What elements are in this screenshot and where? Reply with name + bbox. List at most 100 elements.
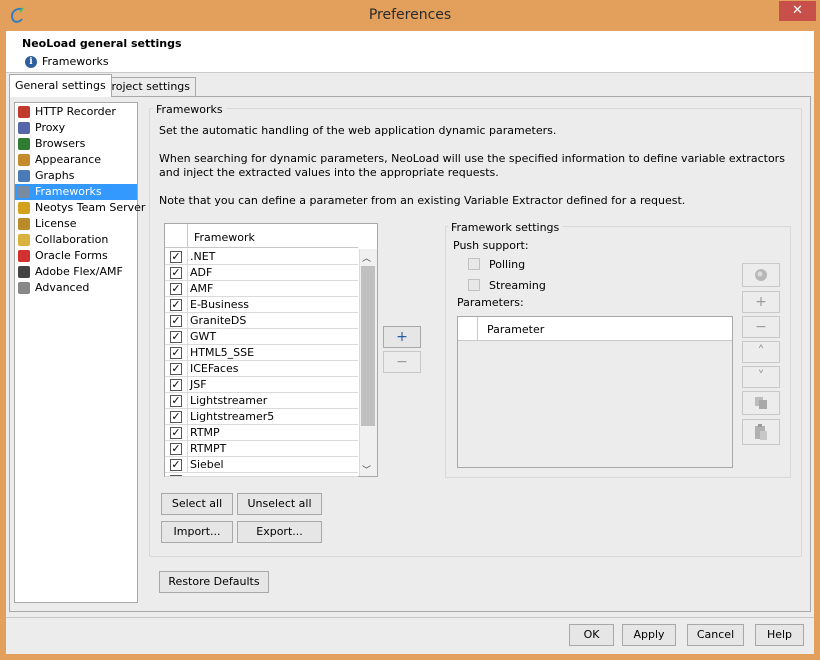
framework-row[interactable]: ✓ JSF bbox=[165, 377, 358, 393]
ok-button[interactable]: OK bbox=[569, 624, 614, 646]
framework-row[interactable]: ✓ Siebel bbox=[165, 457, 358, 473]
nav-item-oracle-forms[interactable]: Oracle Forms bbox=[15, 248, 137, 264]
framework-checkbox[interactable]: ✓ bbox=[170, 315, 182, 327]
header-title: NeoLoad general settings bbox=[22, 37, 182, 50]
framework-row[interactable]: ✓ E-Business bbox=[165, 297, 358, 313]
scroll-up-icon[interactable]: ︿ bbox=[362, 251, 371, 264]
add-framework-button[interactable]: + bbox=[383, 326, 421, 348]
export-button[interactable]: Export... bbox=[237, 521, 322, 543]
column-divider bbox=[187, 457, 188, 473]
framework-checkbox[interactable]: ✓ bbox=[170, 459, 182, 471]
nav-item-label: Adobe Flex/AMF bbox=[35, 265, 123, 278]
polling-checkbox[interactable] bbox=[468, 258, 480, 270]
scrollbar-thumb[interactable] bbox=[361, 266, 375, 426]
framework-checkbox[interactable]: ✓ bbox=[170, 411, 182, 423]
framework-row[interactable]: ✓ RTMPT bbox=[165, 441, 358, 457]
help-button[interactable]: Help bbox=[755, 624, 804, 646]
search-parameter-button[interactable] bbox=[742, 263, 780, 287]
framework-column-header: Framework bbox=[194, 231, 255, 244]
nav-item-appearance[interactable]: Appearance bbox=[15, 152, 137, 168]
framework-checkbox[interactable]: ✓ bbox=[170, 331, 182, 343]
framework-checkbox[interactable]: ✓ bbox=[170, 363, 182, 375]
nav-item-collaboration[interactable]: Collaboration bbox=[15, 232, 137, 248]
nav-item-adobe-flex-amf[interactable]: Adobe Flex/AMF bbox=[15, 264, 137, 280]
framework-name: RTMPT bbox=[190, 442, 227, 455]
nav-item-label: Graphs bbox=[35, 169, 75, 182]
framework-row[interactable]: ✓ RTMP bbox=[165, 425, 358, 441]
streaming-checkbox[interactable] bbox=[468, 279, 480, 291]
remove-parameter-button[interactable]: − bbox=[742, 316, 780, 338]
nav-item-graphs[interactable]: Graphs bbox=[15, 168, 137, 184]
framework-checkbox[interactable]: ✓ bbox=[170, 427, 182, 439]
copy-parameter-button[interactable] bbox=[742, 391, 780, 415]
close-icon: ✕ bbox=[792, 3, 803, 18]
framework-name: GraniteDS bbox=[190, 314, 247, 327]
apply-button[interactable]: Apply bbox=[622, 624, 676, 646]
scroll-down-icon[interactable]: ﹀ bbox=[362, 463, 371, 476]
column-divider bbox=[187, 441, 188, 457]
graph-icon bbox=[18, 170, 30, 182]
framework-checkbox[interactable]: ✓ bbox=[170, 443, 182, 455]
remove-framework-button[interactable]: − bbox=[383, 351, 421, 373]
frameworks-description: Set the automatic handling of the web ap… bbox=[159, 124, 557, 137]
nav-item-neotys-team-server[interactable]: Neotys Team Server bbox=[15, 200, 145, 216]
restore-defaults-button[interactable]: Restore Defaults bbox=[159, 571, 269, 593]
nav-item-label: Collaboration bbox=[35, 233, 109, 246]
column-divider bbox=[187, 313, 188, 329]
flex-icon bbox=[18, 266, 30, 278]
table-row-partial bbox=[165, 473, 358, 477]
column-divider bbox=[187, 265, 188, 281]
nav-item-label: Proxy bbox=[35, 121, 66, 134]
column-divider bbox=[187, 281, 188, 297]
tab-project-settings[interactable]: Project settings bbox=[99, 77, 196, 96]
framework-name: GWT bbox=[190, 330, 217, 343]
header-subtitle: Frameworks bbox=[42, 55, 109, 68]
framework-row[interactable]: ✓ AMF bbox=[165, 281, 358, 297]
tab-general-settings[interactable]: General settings bbox=[9, 74, 112, 97]
framework-name: Siebel bbox=[190, 458, 224, 471]
header-divider bbox=[187, 224, 188, 248]
add-parameter-button[interactable]: + bbox=[742, 291, 780, 313]
framework-row[interactable]: ✓ .NET bbox=[165, 249, 358, 265]
streaming-label: Streaming bbox=[489, 279, 546, 292]
framework-row[interactable]: ✓ Lightstreamer5 bbox=[165, 409, 358, 425]
framework-row[interactable]: ✓ ADF bbox=[165, 265, 358, 281]
import-button[interactable]: Import... bbox=[161, 521, 233, 543]
framework-checkbox[interactable]: ✓ bbox=[170, 395, 182, 407]
framework-checkbox[interactable]: ✓ bbox=[170, 299, 182, 311]
move-down-button[interactable]: ˅ bbox=[742, 366, 780, 388]
cancel-button[interactable]: Cancel bbox=[687, 624, 744, 646]
framework-row[interactable]: ✓ GWT bbox=[165, 329, 358, 345]
nav-item-proxy[interactable]: Proxy bbox=[15, 120, 137, 136]
move-up-button[interactable]: ˄ bbox=[742, 341, 780, 363]
paste-parameter-button[interactable] bbox=[742, 419, 780, 445]
framework-checkbox[interactable]: ✓ bbox=[170, 267, 182, 279]
nav-item-http-recorder[interactable]: HTTP Recorder bbox=[15, 104, 137, 120]
nav-item-advanced[interactable]: Advanced bbox=[15, 280, 137, 296]
framework-name: Lightstreamer5 bbox=[190, 410, 275, 423]
select-all-button[interactable]: Select all bbox=[161, 493, 233, 515]
framework-name: ADF bbox=[190, 266, 213, 279]
framework-row[interactable]: ✓ HTML5_SSE bbox=[165, 345, 358, 361]
team-server-icon bbox=[18, 202, 30, 214]
framework-checkbox[interactable]: ✓ bbox=[170, 283, 182, 295]
nav-item-license[interactable]: License bbox=[15, 216, 137, 232]
framework-checkbox[interactable]: ✓ bbox=[170, 251, 182, 263]
framework-row[interactable]: ✓ GraniteDS bbox=[165, 313, 358, 329]
framework-row[interactable]: ✓ Lightstreamer bbox=[165, 393, 358, 409]
column-divider bbox=[187, 409, 188, 425]
framework-name: E-Business bbox=[190, 298, 250, 311]
nav-item-browsers[interactable]: Browsers bbox=[15, 136, 137, 152]
push-support-label: Push support: bbox=[453, 239, 529, 252]
globe-icon bbox=[18, 138, 30, 150]
framework-checkbox[interactable]: ✓ bbox=[170, 379, 182, 391]
parameter-column-header: Parameter bbox=[487, 323, 545, 336]
copy-icon bbox=[755, 397, 767, 409]
close-window-button[interactable]: ✕ bbox=[779, 1, 816, 21]
nav-item-frameworks[interactable]: Frameworks bbox=[15, 184, 137, 200]
nav-item-label: Frameworks bbox=[35, 185, 102, 198]
framework-checkbox[interactable]: ✓ bbox=[170, 347, 182, 359]
unselect-all-button[interactable]: Unselect all bbox=[237, 493, 322, 515]
framework-name: Lightstreamer bbox=[190, 394, 268, 407]
framework-row[interactable]: ✓ ICEFaces bbox=[165, 361, 358, 377]
